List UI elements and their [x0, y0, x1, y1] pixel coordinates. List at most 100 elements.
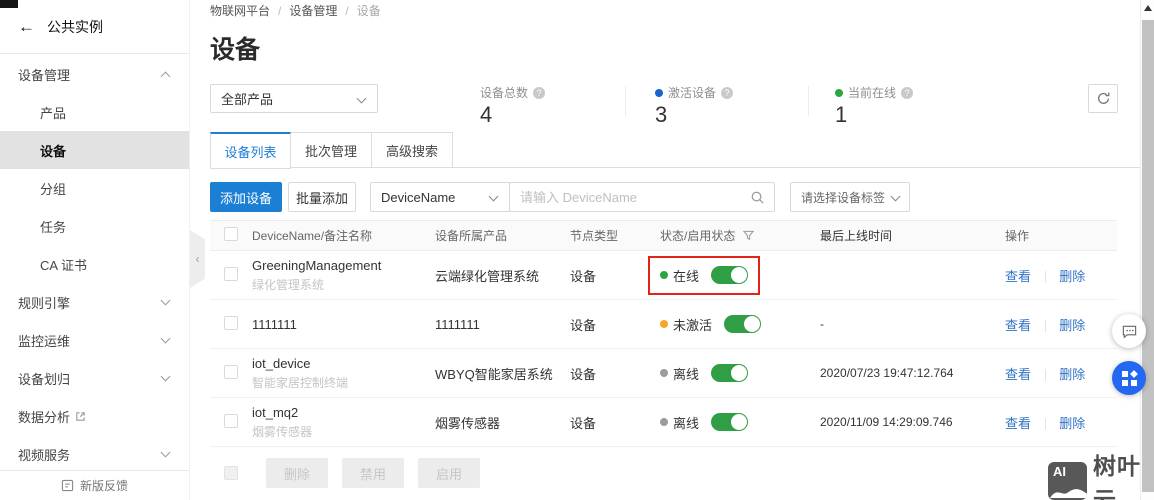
batch-add-button[interactable]: 批量添加 [288, 182, 356, 212]
feedback-icon [61, 479, 74, 492]
status-dot-icon [660, 271, 668, 279]
sidebar-item-7[interactable]: 监控运维 [0, 321, 189, 359]
feedback-button[interactable]: 新版反馈 [0, 470, 189, 500]
stat-value: 4 [480, 102, 493, 127]
bottom-action-0[interactable]: 删除 [266, 458, 329, 488]
product-select-value: 全部产品 [221, 92, 274, 107]
search-type-select[interactable]: DeviceName [370, 182, 510, 212]
device-name[interactable]: iot_device [252, 356, 435, 371]
view-link[interactable]: 查看 [1005, 416, 1031, 431]
breadcrumb-separator: / [345, 3, 349, 18]
toggle-knob [731, 267, 748, 283]
help-icon[interactable]: ? [533, 86, 546, 99]
col-header-actions: 操作 [1005, 229, 1030, 243]
row-checkbox[interactable] [224, 364, 238, 379]
product-select[interactable]: 全部产品 [210, 84, 378, 113]
help-icon[interactable]: ? [901, 86, 914, 99]
scrollbar-thumb[interactable] [1142, 20, 1154, 492]
top-left-notch [0, 0, 18, 8]
stat-value: 1 [835, 102, 848, 127]
enable-toggle[interactable] [711, 413, 749, 431]
table-row-2: iot_device 智能家居控制终端 WBYQ智能家居系统 设备 离线 202… [210, 349, 1117, 398]
refresh-icon [1097, 92, 1109, 104]
instance-label: 公共实例 [47, 18, 103, 35]
device-name[interactable]: iot_mq2 [252, 405, 435, 420]
col-header-nodetype: 节点类型 [570, 229, 619, 243]
chevron-down-icon [160, 333, 171, 344]
view-link[interactable]: 查看 [1005, 318, 1031, 333]
add-device-button[interactable]: 添加设备 [210, 182, 282, 212]
breadcrumb-separator: / [278, 3, 282, 18]
table-row-1: 1111111 1111111 设备 未激活 - 查看 删除 [210, 300, 1117, 349]
tab-bar: 设备列表 批次管理 高级搜索 [210, 132, 1140, 169]
row-checkbox[interactable] [224, 413, 238, 428]
stat-divider [625, 86, 626, 116]
tab-1[interactable]: 批次管理 [290, 132, 372, 168]
row-checkbox[interactable] [224, 315, 238, 330]
status-dot-icon [660, 418, 668, 426]
tab-0[interactable]: 设备列表 [210, 132, 291, 169]
view-link[interactable]: 查看 [1005, 269, 1031, 284]
quick-apps-button[interactable] [1112, 361, 1146, 395]
sidebar-item-5[interactable]: CA 证书 [0, 245, 189, 283]
enable-toggle[interactable] [711, 266, 749, 284]
action-divider [1044, 369, 1046, 382]
toggle-knob [731, 365, 748, 381]
sidebar-item-10[interactable]: 视频服务 [0, 435, 189, 473]
device-name[interactable]: GreeningManagement [252, 258, 435, 273]
search-icon[interactable] [750, 190, 765, 210]
select-all-checkbox[interactable] [224, 227, 238, 241]
sidebar-item-4[interactable]: 任务 [0, 207, 189, 245]
device-node-type: 设备 [570, 268, 597, 284]
bottom-action-2[interactable]: 启用 [418, 458, 481, 488]
chevron-down-icon [160, 295, 171, 306]
sidebar-item-0[interactable]: 设备管理 [0, 55, 189, 93]
scroll-up-arrow-icon[interactable] [1144, 5, 1152, 11]
instance-switcher[interactable]: ← 公共实例 [0, 0, 189, 54]
delete-link[interactable]: 删除 [1059, 269, 1085, 284]
device-name[interactable]: 1111111 [252, 317, 435, 332]
action-divider [1044, 271, 1046, 284]
stat-value: 3 [655, 102, 668, 127]
bottom-action-1[interactable]: 禁用 [342, 458, 405, 488]
delete-link[interactable]: 删除 [1059, 367, 1085, 382]
sidebar-collapse-handle[interactable]: ‹ [190, 230, 205, 288]
bottom-select-checkbox[interactable] [224, 466, 238, 480]
sidebar-item-6[interactable]: 规则引擎 [0, 283, 189, 321]
sidebar-item-1[interactable]: 产品 [0, 93, 189, 131]
device-last-online: - [820, 317, 824, 331]
back-arrow-icon[interactable]: ← [18, 18, 35, 35]
device-product: WBYQ智能家居系统 [435, 366, 553, 382]
breadcrumb-item-device-mgmt[interactable]: 设备管理 [289, 2, 337, 19]
tab-2[interactable]: 高级搜索 [371, 132, 453, 168]
delete-link[interactable]: 删除 [1059, 416, 1085, 431]
vertical-scrollbar[interactable] [1140, 0, 1154, 500]
view-link[interactable]: 查看 [1005, 367, 1031, 382]
col-header-product: 设备所属产品 [435, 229, 508, 243]
help-icon[interactable]: ? [721, 86, 734, 99]
enable-toggle[interactable] [724, 315, 762, 333]
device-tag-value: 请选择设备标签 [801, 190, 886, 205]
breadcrumb-item-platform[interactable]: 物联网平台 [210, 2, 270, 19]
filter-funnel-icon[interactable] [742, 230, 754, 241]
stat-dot-icon [655, 88, 663, 97]
device-tag-select[interactable]: 请选择设备标签 [790, 182, 910, 212]
sidebar: ← 公共实例 设备管理 产品 设备 分组 任务 CA 证书 规则引擎 监控运维 … [0, 0, 190, 500]
refresh-button[interactable] [1088, 84, 1118, 113]
chevron-down-icon [160, 447, 171, 458]
sidebar-item-3[interactable]: 分组 [0, 169, 189, 207]
device-node-type: 设备 [570, 366, 597, 382]
sidebar-item-2[interactable]: 设备 [0, 131, 189, 169]
sidebar-item-8[interactable]: 设备划归 [0, 359, 189, 397]
delete-link[interactable]: 删除 [1059, 318, 1085, 333]
col-header-devicename: DeviceName/备注名称 [252, 229, 373, 243]
chevron-down-icon [160, 371, 171, 382]
breadcrumb-item-current: 设备 [356, 4, 381, 18]
row-checkbox[interactable] [224, 266, 238, 281]
sidebar-item-9[interactable]: 数据分析 [0, 397, 189, 435]
support-chat-button[interactable] [1112, 314, 1146, 348]
search-type-value: DeviceName [381, 189, 456, 205]
bottom-action-bar: 删除 禁用 启用 [210, 458, 1140, 488]
enable-toggle[interactable] [711, 364, 749, 382]
device-search-input[interactable] [520, 183, 740, 211]
